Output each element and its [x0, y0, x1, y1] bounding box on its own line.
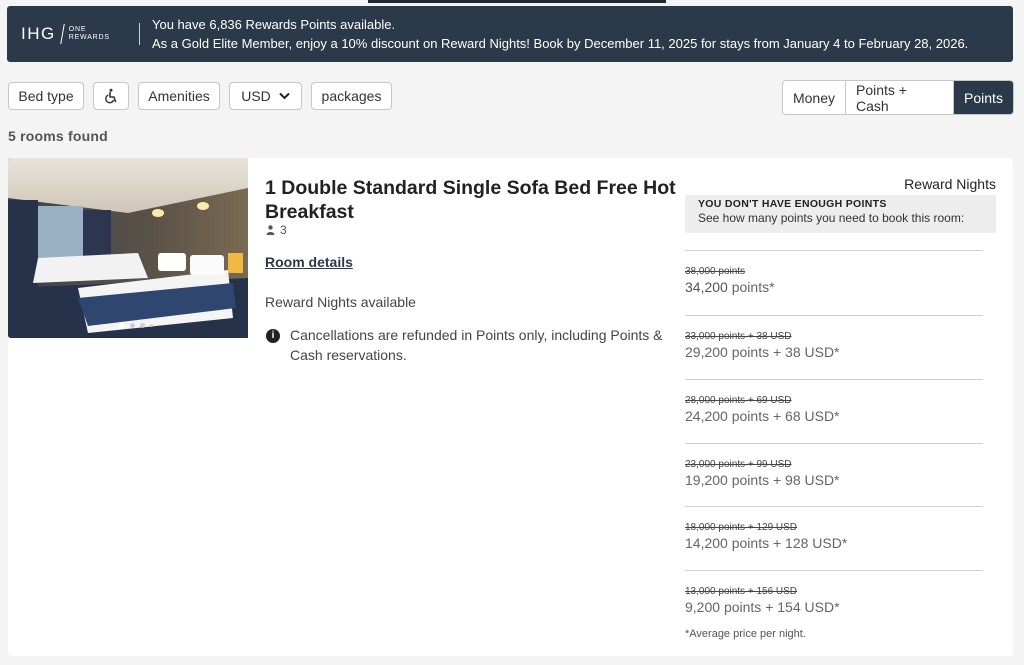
wheelchair-icon	[105, 88, 117, 104]
logo-flame-icon	[59, 24, 65, 44]
original-price: 28,000 points + 69 USD	[685, 395, 792, 406]
discounted-price: 19,200 points + 98 USD*	[685, 472, 840, 488]
amenities-filter[interactable]: Amenities	[138, 82, 220, 110]
gold-elite-offer-text: As a Gold Elite Member, enjoy a 10% disc…	[152, 36, 969, 51]
points-available-text: You have 6,836 Rewards Points available.	[152, 17, 396, 32]
carousel-dot[interactable]	[150, 324, 153, 327]
warning-subtitle: See how many points you need to book thi…	[698, 211, 965, 225]
room-photo-carousel[interactable]	[8, 158, 248, 338]
rewards-banner: IHG ONE REWARDS You have 6,836 Rewards P…	[7, 6, 1013, 62]
chevron-down-icon	[279, 92, 290, 100]
currency-value: USD	[241, 88, 271, 104]
logo-divider	[139, 23, 140, 45]
carousel-dot[interactable]	[140, 323, 145, 328]
payment-type-toggle: Money Points + Cash Points	[782, 80, 1014, 115]
price-footnote: *Average price per night.	[685, 628, 806, 640]
banner-message: You have 6,836 Rewards Points available.…	[140, 15, 968, 53]
rate-option[interactable]: 38,000 points 34,200 points*	[685, 250, 983, 295]
currency-select[interactable]: USD	[229, 82, 302, 110]
logo-subtext: ONE REWARDS	[68, 26, 110, 41]
rate-option[interactable]: 23,000 points + 99 USD 19,200 points + 9…	[685, 443, 983, 488]
occupancy: 3	[266, 223, 287, 237]
occupancy-count: 3	[280, 223, 287, 237]
room-title: 1 Double Standard Single Sofa Bed Free H…	[265, 177, 676, 223]
toggle-points[interactable]: Points	[954, 81, 1013, 114]
insufficient-points-notice: YOU DON'T HAVE ENOUGH POINTS See how man…	[685, 195, 996, 233]
rate-option[interactable]: 28,000 points + 69 USD 24,200 points + 6…	[685, 379, 983, 424]
room-photo	[8, 158, 248, 338]
cancellation-text: Cancellations are refunded in Points onl…	[290, 327, 663, 363]
room-card: 1 Double Standard Single Sofa Bed Free H…	[8, 158, 1013, 656]
original-price: 38,000 points	[685, 266, 746, 277]
discounted-price: 9,200 points + 154 USD*	[685, 599, 840, 615]
toggle-money[interactable]: Money	[783, 81, 846, 114]
rate-option[interactable]: 18,000 points + 129 USD 14,200 points + …	[685, 506, 983, 551]
bed-type-filter[interactable]: Bed type	[8, 82, 84, 110]
original-price: 18,000 points + 129 USD	[685, 522, 798, 533]
discounted-price: 34,200 points*	[685, 279, 775, 295]
info-icon: i	[266, 329, 280, 343]
room-details-link[interactable]: Room details	[265, 254, 353, 270]
carousel-dot[interactable]	[130, 323, 135, 328]
discounted-price: 14,200 points + 128 USD*	[685, 535, 848, 551]
top-strip	[368, 0, 666, 3]
person-icon	[266, 225, 275, 235]
rate-option[interactable]: 33,000 points + 38 USD 29,200 points + 3…	[685, 315, 983, 360]
accessible-filter-button[interactable]	[93, 82, 129, 110]
rooms-found-count: 5 rooms found	[8, 128, 108, 144]
availability-text: Reward Nights available	[265, 294, 416, 310]
cancellation-note: i Cancellations are refunded in Points o…	[266, 325, 686, 365]
rate-option[interactable]: 13,000 points + 156 USD 9,200 points + 1…	[685, 570, 983, 615]
original-price: 33,000 points + 38 USD	[685, 331, 792, 342]
original-price: 23,000 points + 99 USD	[685, 459, 792, 470]
packages-filter[interactable]: packages	[311, 82, 392, 110]
discounted-price: 24,200 points + 68 USD*	[685, 408, 840, 424]
logo-text: IHG	[21, 24, 56, 43]
carousel-dot[interactable]	[118, 322, 125, 329]
toggle-points-cash[interactable]: Points + Cash	[846, 81, 954, 114]
original-price: 13,000 points + 156 USD	[685, 586, 798, 597]
rate-type-label: Reward Nights	[904, 176, 996, 192]
ihg-logo: IHG ONE REWARDS	[7, 6, 140, 62]
discounted-price: 29,200 points + 38 USD*	[685, 344, 840, 360]
warning-title: YOU DON'T HAVE ENOUGH POINTS	[698, 198, 887, 210]
carousel-dots	[118, 322, 153, 329]
